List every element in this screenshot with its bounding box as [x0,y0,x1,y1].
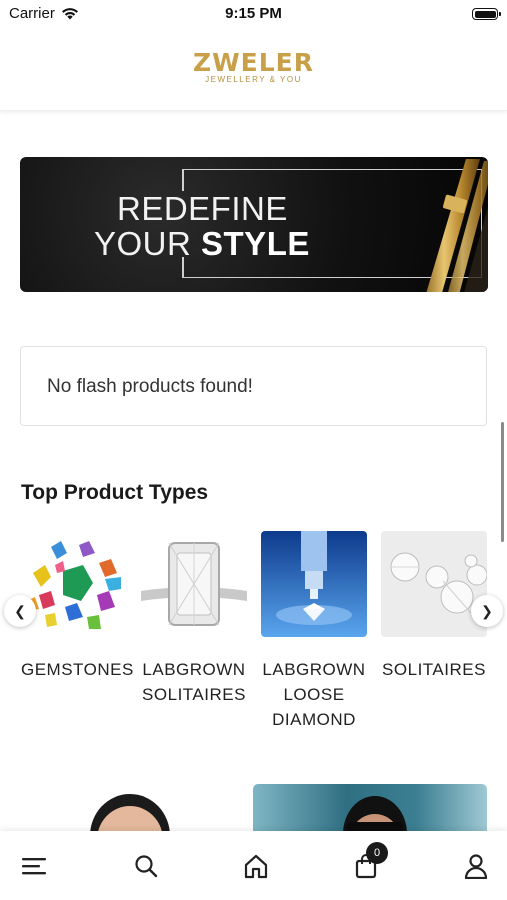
banner-frame-edge-top [182,169,184,191]
menu-icon [22,858,46,875]
logo-tagline: JEWELLERY & YOU [205,75,302,84]
nav-account-button[interactable] [461,851,491,881]
banner-headline-line1: REDEFINE [117,190,288,227]
battery-icon [472,8,501,20]
nav-menu-button[interactable] [19,851,49,881]
product-type-label: LABGROWN SOLITAIRES [142,660,246,704]
banner-line2-regular: YOUR [94,225,192,262]
labgrown-loose-diamond-image [261,531,367,637]
promo-tile-right[interactable] [253,784,487,834]
gemstones-image [21,531,127,637]
promo-banner[interactable]: REDEFINE YOUR STYLE [20,157,488,292]
carousel-next-button[interactable]: ❯ [471,595,503,627]
status-bar: Carrier 9:15 PM [0,0,507,30]
chevron-left-icon: ❮ [14,602,26,619]
logo-wordmark: ZWELER [192,48,315,77]
product-type-labgrown-loose-diamond[interactable]: LABGROWN LOOSE DIAMOND [261,531,367,732]
cart-count-badge: 0 [366,842,388,864]
product-type-labgrown-solitaires[interactable]: LABGROWN SOLITAIRES [141,531,247,707]
ring-image [426,159,488,292]
product-type-gemstones[interactable]: GEMSTONES [21,531,134,682]
bottom-navigation [0,831,507,900]
product-type-carousel[interactable]: GEMSTONES LABGROWN SOLITAIRES LABGROWN L… [0,531,507,731]
nav-search-button[interactable] [131,851,161,881]
promo-tile-left[interactable] [20,784,253,834]
user-icon [464,854,488,879]
chevron-right-icon: ❯ [481,602,493,619]
scrollbar[interactable] [501,422,504,542]
solitaires-image [381,531,487,637]
banner-line2-bold: STYLE [201,225,310,262]
product-type-label: SOLITAIRES [382,660,486,679]
nav-home-button[interactable] [241,851,271,881]
flash-products-box: No flash products found! [20,346,487,426]
flash-empty-message: No flash products found! [47,376,253,397]
brand-logo[interactable]: ZWELER JEWELLERY & YOU [0,48,507,85]
status-time: 9:15 PM [225,5,282,22]
app-header: ZWELER JEWELLERY & YOU [0,30,507,111]
product-type-label: LABGROWN LOOSE DIAMOND [262,660,366,729]
banner-headline-line2: YOUR STYLE [94,225,310,263]
carousel-prev-button[interactable]: ❮ [4,595,36,627]
search-icon [135,855,158,878]
home-icon [244,854,268,879]
section-title-top-product-types: Top Product Types [21,481,209,504]
labgrown-solitaires-image [141,531,247,637]
product-type-label: GEMSTONES [21,660,134,679]
